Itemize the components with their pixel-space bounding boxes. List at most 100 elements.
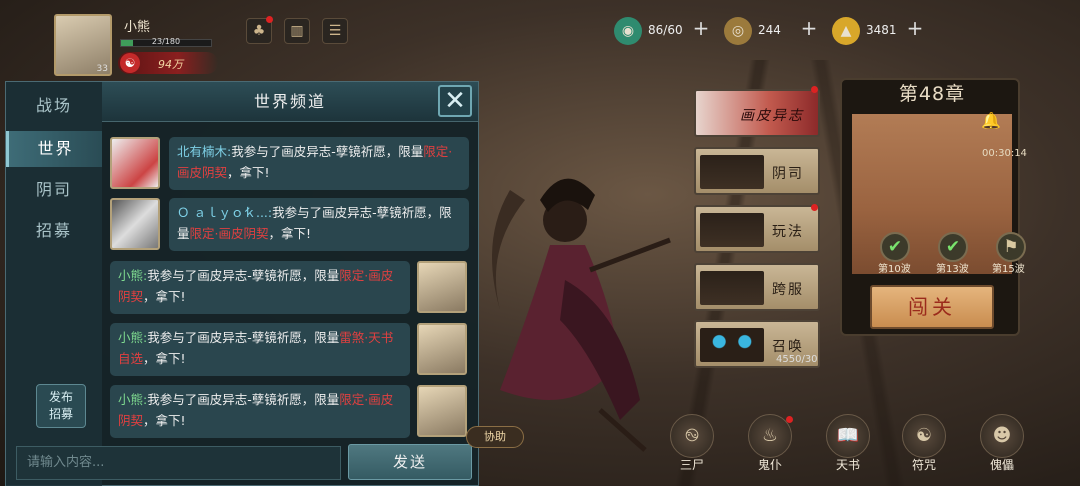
stage-label: 第15波	[992, 264, 1025, 275]
message-text: 我参与了画皮异志-孽镜祈愿，限量	[147, 392, 340, 407]
menu-gameplay[interactable]: 玩法	[694, 205, 820, 253]
tab-recruit[interactable]: 招募	[6, 213, 102, 249]
nav-talisman[interactable]: ☯ 符咒	[896, 414, 952, 486]
puppet-head-icon: ☻	[980, 414, 1024, 458]
message-sender[interactable]: 小熊:	[118, 392, 147, 407]
message-avatar[interactable]	[110, 137, 160, 189]
bell-icon[interactable]: 🔔	[980, 110, 1002, 132]
stage-label: 第13波	[936, 264, 969, 275]
send-button[interactable]: 发送	[348, 444, 472, 480]
chapter-board: 第48章 🔔 00:30:14 ✔ 第10波 ✔ 第13波 ⚑ 第15波 闯关	[840, 78, 1027, 336]
my-avatar[interactable]	[417, 323, 467, 375]
power-icon: ☯	[120, 53, 140, 73]
player-avatar[interactable]: 33	[54, 14, 112, 76]
stage-complete-check: ✔	[938, 232, 968, 262]
notification-dot	[811, 204, 818, 211]
coin-icon: ◎	[724, 17, 752, 45]
chat-panel: 战场 世界 阴司 招募 发布招募 世界频道 ✕ 北有楠木:我参与了画皮异志-孽镜…	[5, 81, 479, 486]
message-text: 我参与了画皮异志-孽镜祈愿，限量	[147, 268, 340, 283]
my-avatar[interactable]	[417, 385, 467, 437]
chat-title: 世界频道	[102, 82, 478, 122]
book-icon: 📖	[826, 414, 870, 458]
chat-message: Ｏ ａｌｙｏ́ｋ...:我参与了画皮异志-孽镜祈愿，限量限定·画皮阴契，拿下!	[169, 198, 469, 251]
gold-ingot-icon: ▲	[832, 17, 860, 45]
message-text: ，拿下!	[143, 351, 186, 366]
close-button[interactable]: ✕	[438, 85, 472, 117]
tab-underworld[interactable]: 阴司	[6, 172, 102, 208]
message-text: ，拿下!	[268, 226, 312, 241]
player-level: 33	[96, 64, 108, 74]
menu-label: 召唤	[772, 339, 804, 355]
chat-input[interactable]: 请输入内容...	[16, 446, 341, 480]
menu-label: 阴司	[772, 166, 804, 182]
nav-label: 傀儡	[989, 458, 1014, 472]
nav-heaven-book[interactable]: 📖 天书	[820, 414, 876, 486]
yin-yang-icon: ☯	[902, 414, 946, 458]
chat-message: 小熊:我参与了画皮异志-孽镜祈愿，限量雷煞·天书自选，拿下!	[110, 323, 410, 376]
add-stamina-button[interactable]: +	[692, 17, 710, 39]
nav-ghost-servant[interactable]: ♨ 鬼仆	[742, 414, 798, 486]
stamina-value: 86/60	[648, 23, 683, 37]
notification-dot	[266, 16, 273, 23]
stage-label: 第10波	[878, 264, 911, 275]
challenge-button[interactable]: 闯关	[870, 285, 994, 329]
gameplay-art	[700, 213, 764, 247]
notification-dot	[786, 416, 793, 423]
add-coin-button[interactable]: +	[800, 17, 818, 39]
publish-label: 发布招募	[48, 390, 73, 421]
power-value: 94万	[158, 58, 183, 71]
tab-battlefield[interactable]: 战场	[6, 88, 102, 124]
chat-tabs: 战场 世界 阴司 招募 发布招募	[6, 82, 102, 486]
chat-message: 小熊:我参与了画皮异志-孽镜祈愿，限量限定·画皮阴契，拿下!	[110, 385, 410, 438]
nav-label: 鬼仆	[757, 458, 782, 472]
nav-label: 三尸	[679, 458, 704, 472]
summon-count: 4550/30	[776, 354, 818, 365]
message-text: ，拿下!	[227, 165, 270, 180]
chapter-scene	[852, 114, 1012, 274]
stage-complete-check: ✔	[880, 232, 910, 262]
coin-value: 244	[758, 23, 781, 37]
add-gold-button[interactable]: +	[906, 17, 924, 39]
menu-underworld[interactable]: 阴司	[694, 147, 820, 195]
notification-dot	[811, 86, 818, 93]
nav-label: 天书	[835, 458, 860, 472]
nav-label: 符咒	[911, 458, 936, 472]
chat-message: 小熊:我参与了画皮异志-孽镜祈愿，限量限定·画皮阴契，拿下!	[110, 261, 410, 314]
message-text: 我参与了画皮异志-孽镜祈愿，限量	[231, 144, 424, 159]
swirl-icon: ࿊	[670, 414, 714, 458]
message-highlight: 限定·画皮阴契	[189, 226, 269, 241]
stage-next: ⚑	[996, 232, 1026, 262]
stamina-icon: ◉	[614, 17, 642, 45]
chat-message: 北有楠木:我参与了画皮异志-孽镜祈愿，限量限定·画皮阴契，拿下!	[169, 137, 469, 190]
publish-recruit-button[interactable]: 发布招募	[36, 384, 86, 428]
menu-icon[interactable]: ☰	[322, 18, 348, 44]
player-name: 小熊	[124, 20, 151, 35]
underworld-art	[700, 155, 764, 189]
assist-button[interactable]: 协助	[466, 426, 524, 448]
nav-three-corpses[interactable]: ࿊ 三尸	[664, 414, 720, 486]
message-sender[interactable]: 小熊:	[118, 330, 147, 345]
message-sender[interactable]: 北有楠木:	[177, 144, 231, 159]
nav-puppet[interactable]: ☻ 傀儡	[974, 414, 1030, 486]
my-avatar[interactable]	[417, 261, 467, 313]
message-text: ，拿下!	[143, 413, 186, 428]
message-text: ，拿下!	[143, 289, 186, 304]
menu-label: 玩法	[772, 224, 804, 240]
message-text: 我参与了画皮异志-孽镜祈愿，限量	[147, 330, 340, 345]
message-sender[interactable]: Ｏ ａｌｙｏ́ｋ...:	[177, 205, 272, 220]
summon-demon-art	[700, 328, 764, 362]
chapter-timer: 00:30:14	[982, 148, 1027, 159]
gold-value: 3481	[866, 23, 897, 37]
menu-label: 画皮异志	[740, 108, 804, 124]
menu-cross-server[interactable]: 跨服	[694, 263, 820, 311]
chapter-title: 第48章	[898, 83, 966, 105]
cross-server-art	[700, 271, 764, 305]
exp-text: 23/180	[151, 37, 181, 46]
combat-power: ☯ 94万	[118, 52, 218, 74]
message-sender[interactable]: 小熊:	[118, 268, 147, 283]
menu-painted-skin-event[interactable]: 画皮异志	[694, 89, 820, 137]
message-avatar[interactable]	[110, 198, 160, 250]
menu-label: 跨服	[772, 282, 804, 298]
ranking-icon[interactable]: ▥	[284, 18, 310, 44]
tab-world[interactable]: 世界	[6, 131, 102, 167]
